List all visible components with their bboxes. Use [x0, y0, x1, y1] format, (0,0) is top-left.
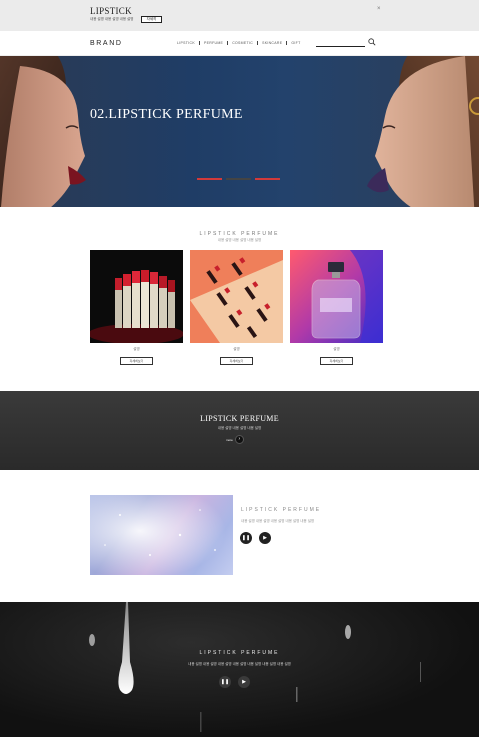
product-label: 설명	[333, 347, 340, 351]
hero-pagination	[197, 178, 280, 180]
video-section-title: LIPSTICK PERFUME	[241, 507, 322, 513]
page: LIPSTICK 내용 설명 내용 설명 내용 설명 자세히 × BRAND L…	[0, 0, 479, 737]
video-thumbnail[interactable]	[90, 495, 233, 575]
band-more-label: more	[226, 437, 233, 442]
product-detail-button[interactable]: 자세히보기	[220, 357, 253, 365]
bottom-section-subtitle: 내용 설명 내용 설명 내용 설명 내용 설명 내용 설명 내용 설명 내용 설…	[188, 662, 291, 666]
products-section-subtitle: 내용 설명 내용 설명 내용 설명	[217, 238, 262, 242]
product-image-perfume-bottle[interactable]	[290, 250, 383, 343]
band-more-link[interactable]: more ›	[226, 435, 244, 444]
bottom-video-section: LIPSTICK PERFUME 내용 설명 내용 설명 내용 설명 내용 설명…	[0, 602, 479, 737]
product-label: 설명	[133, 347, 140, 351]
promo-more-button[interactable]: 자세히	[141, 16, 162, 23]
play-icon[interactable]: ▶	[259, 532, 271, 544]
video-section-subtitle: 내용 설명 내용 설명 내용 설명 내용 설명 내용 설명	[241, 519, 315, 523]
hero-dot[interactable]	[226, 178, 251, 180]
band-subtitle: 내용 설명 내용 설명 내용 설명	[217, 426, 262, 430]
product-label: 설명	[233, 347, 240, 351]
band-title: LIPSTICK PERFUME	[200, 414, 279, 423]
search-icon[interactable]	[368, 38, 376, 46]
bottom-section-title: LIPSTICK PERFUME	[199, 650, 280, 656]
hero-dot[interactable]	[197, 178, 222, 180]
nav-item-perfume[interactable]: PERFUME	[198, 41, 227, 45]
arrow-right-icon[interactable]: ›	[234, 435, 244, 444]
nav-item-skincare[interactable]: SKINCARE	[257, 41, 286, 45]
site-header: BRAND LIPSTICK PERFUME COSMETIC SKINCARE…	[0, 31, 479, 56]
pause-icon[interactable]: ❚❚	[240, 532, 252, 544]
main-nav: LIPSTICK PERFUME COSMETIC SKINCARE GIFT	[177, 41, 305, 45]
droplet-background-image	[89, 602, 421, 732]
hero-title: 02.LIPSTICK PERFUME	[90, 107, 243, 122]
hero-dot[interactable]	[255, 178, 280, 180]
nav-item-gift[interactable]: GIFT	[286, 41, 304, 45]
promo-bar: LIPSTICK 내용 설명 내용 설명 내용 설명 자세히 ×	[0, 0, 479, 31]
product-image-lipsticks[interactable]	[90, 250, 183, 343]
product-detail-button[interactable]: 자세히보기	[120, 357, 153, 365]
pause-icon[interactable]: ❚❚	[219, 676, 231, 688]
hero-model-right-image	[367, 56, 479, 207]
close-icon[interactable]: ×	[377, 6, 381, 12]
nav-item-cosmetic[interactable]: COSMETIC	[227, 41, 257, 45]
product-image-lipstick-flatlay[interactable]	[190, 250, 283, 343]
nav-item-lipstick[interactable]: LIPSTICK	[177, 41, 199, 45]
search-input[interactable]	[316, 46, 365, 47]
promo-title: LIPSTICK	[90, 6, 132, 16]
promo-band: LIPSTICK PERFUME 내용 설명 내용 설명 내용 설명 more …	[0, 391, 479, 470]
play-icon[interactable]: ▶	[238, 676, 250, 688]
hero-model-left-image	[0, 56, 86, 207]
product-detail-button[interactable]: 자세히보기	[320, 357, 353, 365]
hero-banner: 02.LIPSTICK PERFUME	[0, 56, 479, 207]
brand-logo[interactable]: BRAND	[90, 40, 123, 47]
promo-subtitle: 내용 설명 내용 설명 내용 설명	[90, 17, 134, 21]
products-section-title: LIPSTICK PERFUME	[199, 231, 280, 237]
